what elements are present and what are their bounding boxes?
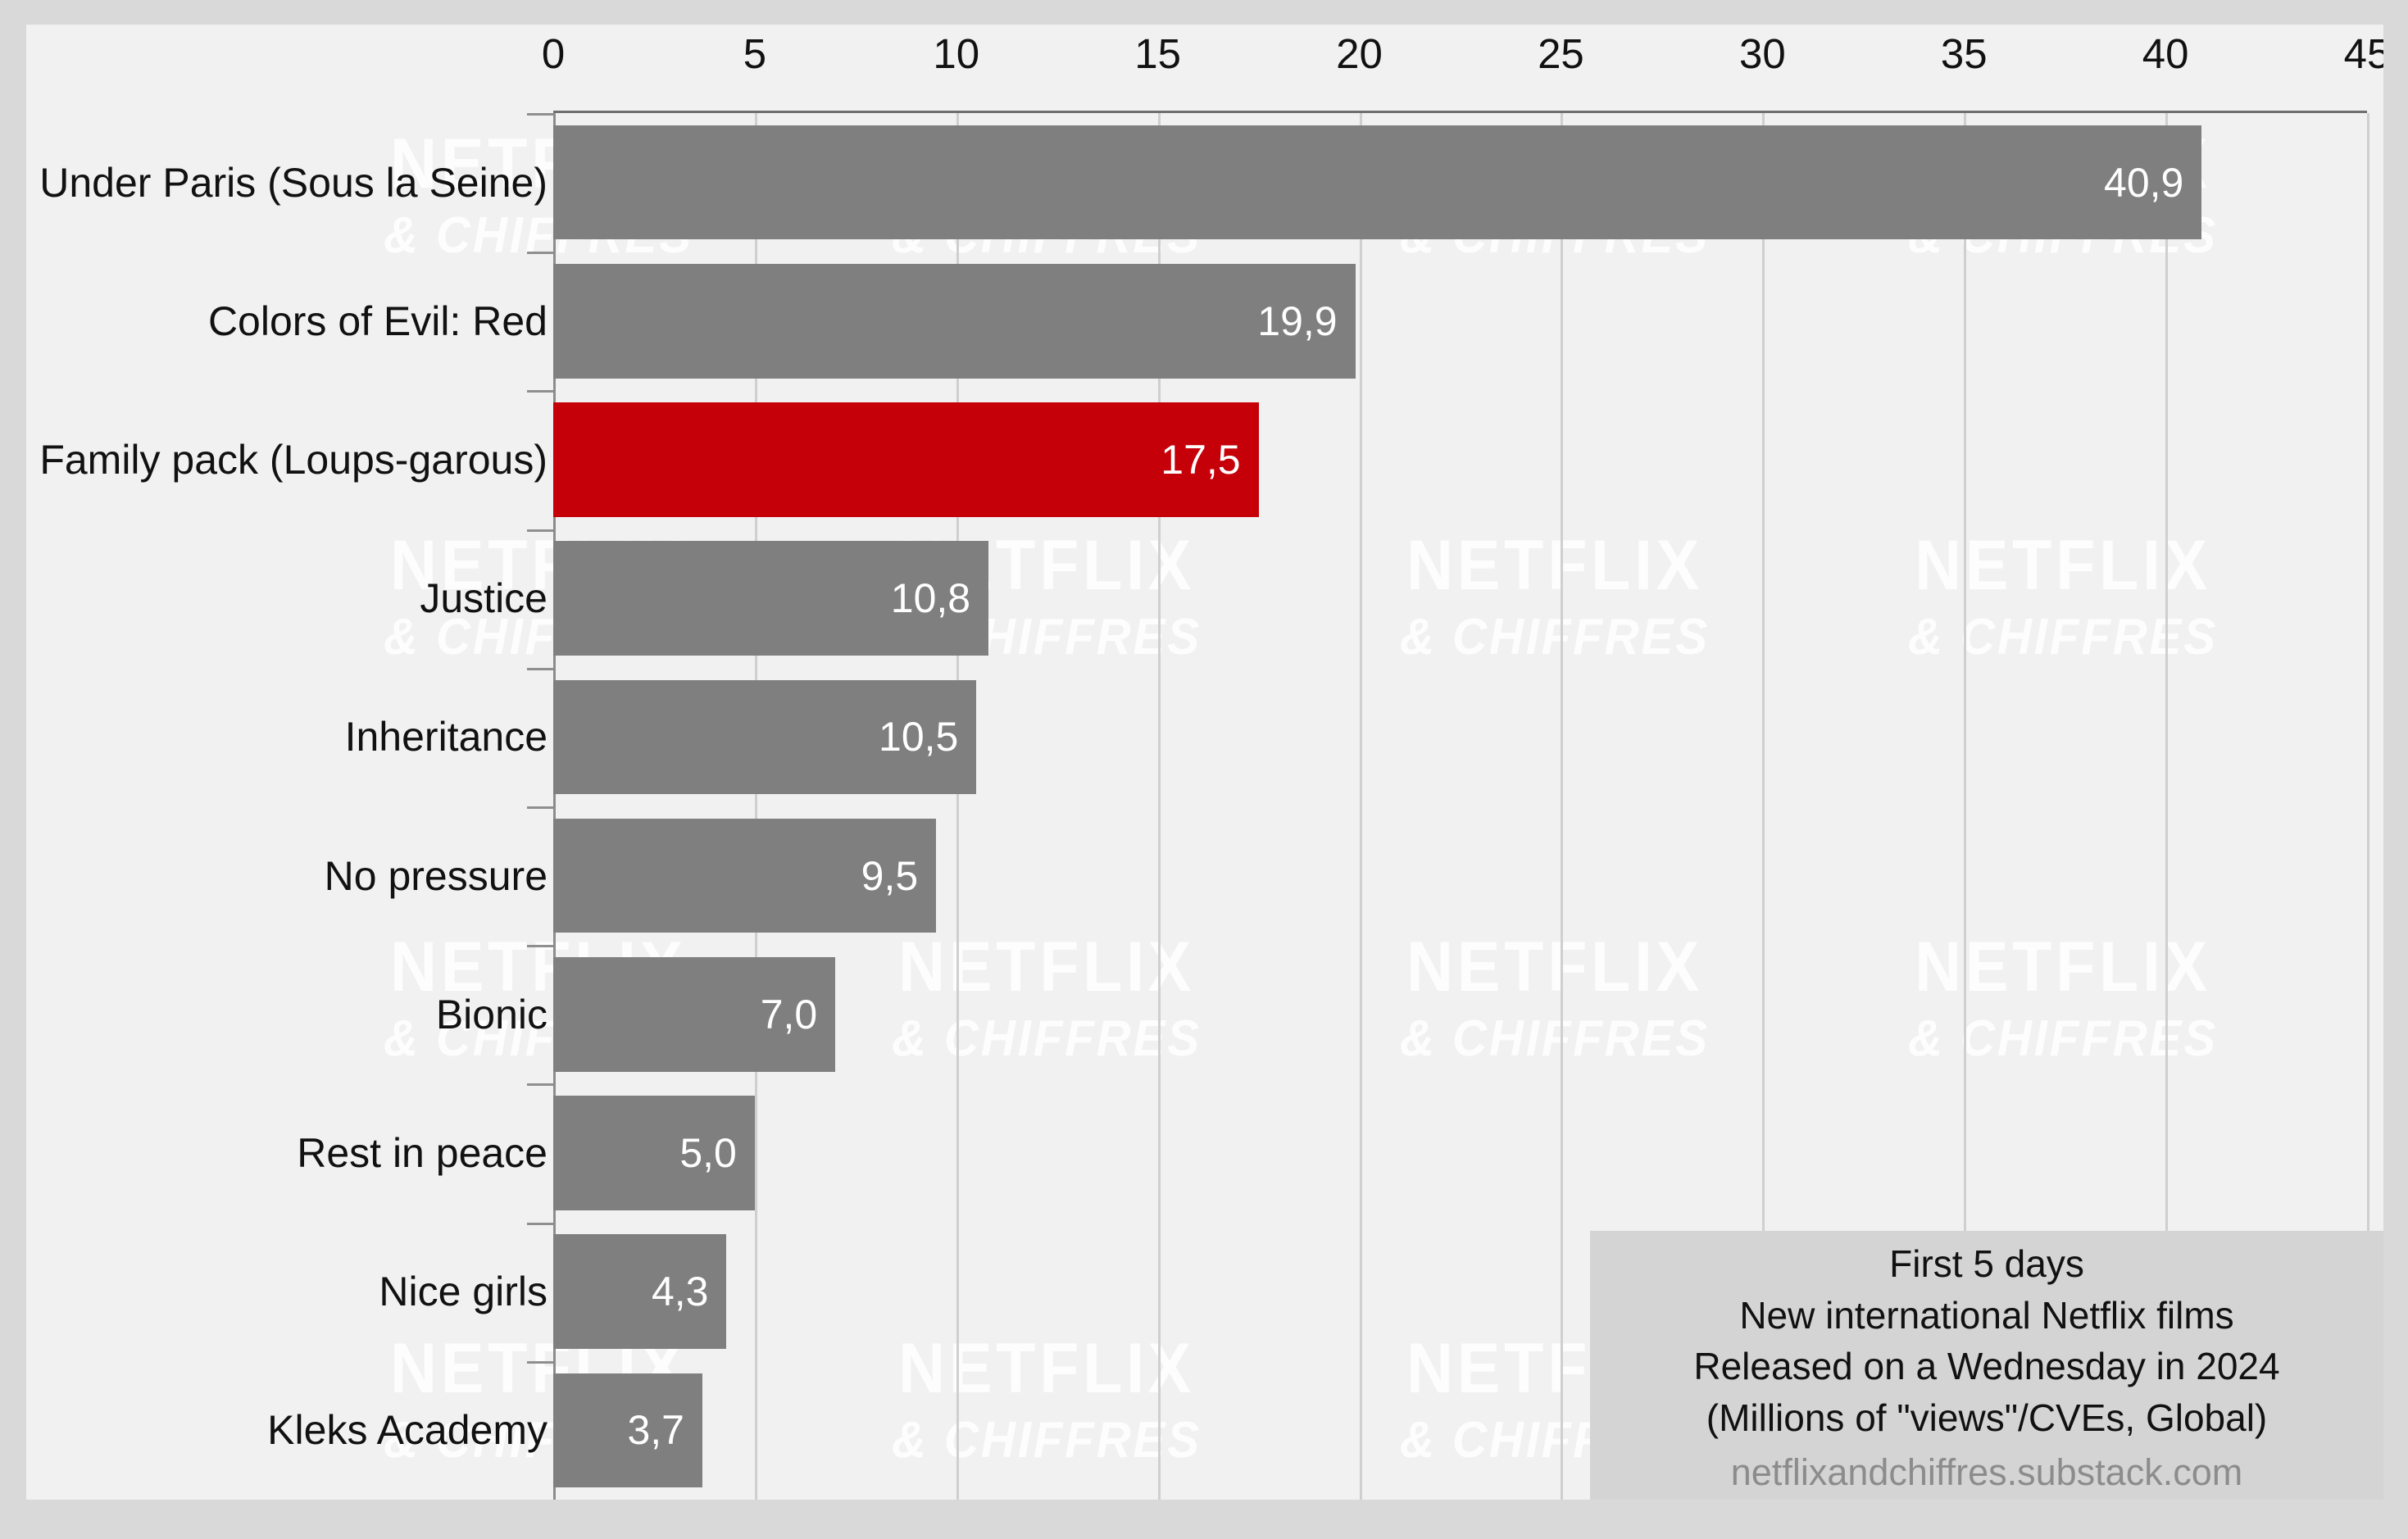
category-label: Colors of Evil: Red xyxy=(207,297,547,344)
caption-line-2: New international Netflix films xyxy=(1739,1293,2234,1337)
bar-row[interactable]: Family pack (Loups-garous) 17,5 xyxy=(26,402,2383,517)
bar-value-label: 4,3 xyxy=(651,1269,709,1315)
bar-row[interactable]: Colors of Evil: Red 19,9 xyxy=(26,264,2383,379)
bar-row[interactable]: No pressure 9,5 xyxy=(26,818,2383,933)
bar[interactable]: 10,5 xyxy=(553,679,977,795)
bar-row[interactable]: Under Paris (Sous la Seine) 40,9 xyxy=(26,125,2383,240)
bar-row[interactable]: Inheritance 10,5 xyxy=(26,679,2383,795)
bar-value-label: 17,5 xyxy=(1161,436,1241,483)
bar-value-label: 5,0 xyxy=(679,1129,737,1176)
bar-value-label: 10,8 xyxy=(890,575,971,622)
category-label: Under Paris (Sous la Seine) xyxy=(39,159,547,206)
caption-box: First 5 days New international Netflix f… xyxy=(1590,1231,2383,1500)
caption-source-url: netflixandchiffres.substack.com xyxy=(1730,1450,2243,1493)
bar-value-label: 3,7 xyxy=(627,1407,684,1454)
bar[interactable]: 40,9 xyxy=(553,125,2202,240)
caption-line-4: (Millions of "views"/CVEs, Global) xyxy=(1706,1396,2268,1439)
category-label: Nice girls xyxy=(379,1269,547,1315)
bar-value-label: 9,5 xyxy=(861,852,919,899)
bar-row[interactable]: Justice 10,8 xyxy=(26,541,2383,656)
chart-panel: NETFLIX & CHIFFRES NETFLIX & CHIFFRES NETFLI… xyxy=(26,25,2383,1500)
bar[interactable]: 3,7 xyxy=(553,1373,702,1488)
bar-row[interactable]: Bionic 7,0 xyxy=(26,957,2383,1072)
category-label: Kleks Academy xyxy=(267,1407,547,1454)
bar[interactable]: 19,9 xyxy=(553,264,1356,379)
category-label: Justice xyxy=(420,575,547,622)
chart-canvas: NETFLIX & CHIFFRES NETFLIX & CHIFFRES NETFLI… xyxy=(0,0,2408,1539)
bar-value-label: 19,9 xyxy=(1257,297,1338,344)
bar-value-label: 10,5 xyxy=(879,714,959,760)
bar[interactable]: 4,3 xyxy=(553,1234,727,1349)
category-label: Inheritance xyxy=(344,714,547,760)
bar[interactable]: 9,5 xyxy=(553,818,937,933)
bar[interactable]: 7,0 xyxy=(553,957,836,1072)
category-label: No pressure xyxy=(324,852,547,899)
bar-value-label: 7,0 xyxy=(760,991,818,1037)
caption-line-3: Released on a Wednesday in 2024 xyxy=(1693,1345,2280,1388)
bar[interactable]: 5,0 xyxy=(553,1096,755,1210)
bar[interactable]: 17,5 xyxy=(553,402,1259,517)
category-label: Family pack (Loups-garous) xyxy=(39,436,547,483)
caption-line-1: First 5 days xyxy=(1889,1242,2084,1286)
bar-value-label: 40,9 xyxy=(2104,159,2184,206)
bar-row[interactable]: Rest in peace 5,0 xyxy=(26,1096,2383,1210)
category-label: Rest in peace xyxy=(297,1129,547,1176)
bar[interactable]: 10,8 xyxy=(553,541,989,656)
category-label: Bionic xyxy=(435,991,547,1037)
